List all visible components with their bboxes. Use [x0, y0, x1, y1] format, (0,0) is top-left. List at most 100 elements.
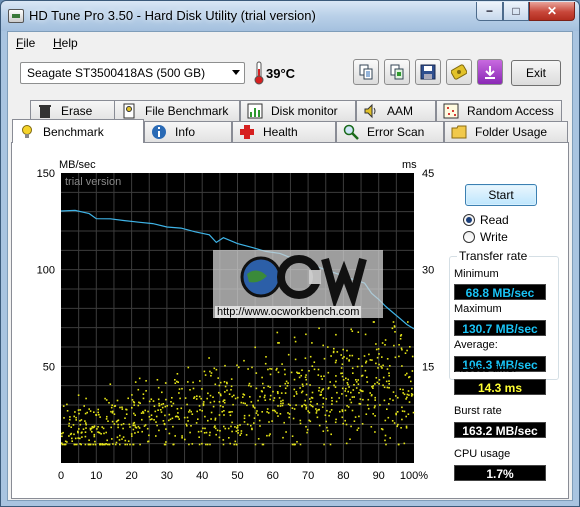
access-time-point — [254, 346, 256, 349]
read-radio[interactable]: Read — [463, 213, 509, 227]
access-time-point — [145, 380, 147, 382]
access-time-point — [335, 380, 337, 383]
access-time-point — [172, 425, 174, 428]
access-time-point — [191, 443, 194, 445]
tab-erase[interactable]: Erase — [30, 100, 123, 121]
access-time-point — [351, 396, 354, 398]
access-time-point — [215, 433, 217, 436]
access-time-point — [243, 421, 246, 423]
access-time-point — [366, 381, 369, 383]
access-time-point — [304, 399, 306, 402]
tab-aam[interactable]: AAM — [356, 100, 436, 121]
minimum-value: 68.8 MB/sec — [454, 284, 546, 300]
access-time-point — [127, 440, 130, 442]
access-time-point — [282, 399, 284, 402]
menu-help[interactable]: Help — [53, 36, 78, 50]
tab-health[interactable]: Health — [232, 121, 336, 142]
access-time-point — [105, 399, 108, 401]
access-time-point — [367, 398, 370, 401]
start-button[interactable]: Start — [465, 184, 537, 206]
access-time-point — [304, 357, 307, 359]
access-time-point — [361, 374, 364, 377]
download-button[interactable] — [477, 59, 503, 85]
access-time-point — [299, 419, 302, 422]
access-time-point — [95, 414, 97, 416]
access-time-point — [79, 437, 81, 440]
copy-button[interactable] — [353, 59, 379, 85]
access-time-point — [409, 346, 411, 348]
tab-random-access-label: Random Access — [467, 104, 554, 118]
tab-error-scan[interactable]: Error Scan — [336, 121, 444, 142]
access-time-point — [386, 408, 388, 410]
save-button[interactable] — [415, 59, 441, 85]
access-time-point — [247, 368, 249, 370]
access-time-point — [141, 430, 143, 433]
access-time-point — [388, 380, 390, 382]
access-time-point — [403, 410, 406, 413]
access-time-point — [282, 402, 284, 405]
access-time-point — [85, 423, 87, 426]
title-bar[interactable]: HD Tune Pro 3.50 - Hard Disk Utility (tr… — [1, 1, 579, 31]
access-time-point — [174, 379, 176, 381]
minimize-button[interactable]: − — [476, 2, 503, 21]
access-time-point — [163, 423, 166, 426]
access-time-point — [221, 410, 223, 413]
tab-disk-monitor[interactable]: Disk monitor — [240, 100, 356, 121]
tab-random-access[interactable]: Random Access — [436, 100, 562, 121]
exit-button[interactable]: Exit — [511, 60, 561, 86]
app-window: HD Tune Pro 3.50 - Hard Disk Utility (tr… — [0, 0, 580, 507]
menu-file[interactable]: File — [16, 36, 35, 50]
access-time-point — [269, 398, 271, 401]
access-time-point — [181, 437, 183, 439]
access-time-point — [124, 443, 126, 446]
access-time-point — [145, 390, 147, 392]
access-time-point — [198, 395, 201, 398]
access-time-point — [366, 376, 368, 378]
options-button[interactable] — [446, 59, 472, 85]
copy-screenshot-icon — [390, 64, 404, 80]
access-time-point — [210, 418, 212, 420]
copy-screenshot-button[interactable] — [384, 59, 410, 85]
x-tick-label: 70 — [302, 470, 314, 482]
access-time-point — [78, 412, 80, 415]
access-time-point — [93, 425, 96, 427]
access-time-point — [322, 403, 324, 405]
access-time-point — [372, 321, 375, 323]
access-time-point — [406, 393, 409, 396]
access-time-point — [126, 443, 128, 446]
tab-info[interactable]: Info — [144, 121, 232, 142]
access-time-point — [408, 394, 410, 396]
access-time-point — [147, 410, 149, 413]
access-time-point — [121, 438, 123, 440]
access-time-point — [210, 372, 213, 374]
access-time-point — [316, 403, 318, 405]
access-time-point — [198, 443, 201, 446]
access-time-point — [178, 392, 180, 394]
access-time-point — [142, 412, 145, 414]
close-button[interactable]: ✕ — [529, 2, 575, 21]
access-time-point — [68, 435, 70, 437]
access-time-point — [176, 380, 178, 383]
access-time-point — [308, 370, 310, 372]
access-time-point — [128, 423, 131, 426]
drive-select[interactable]: Seagate ST3500418AS (500 GB) — [20, 62, 245, 84]
access-time-point — [355, 387, 358, 389]
access-time-point — [285, 431, 287, 433]
access-time-point — [206, 443, 209, 446]
access-time-point — [277, 371, 280, 374]
y-left-tick-label: 150 — [37, 168, 55, 180]
write-radio[interactable]: Write — [463, 230, 508, 244]
access-time-point — [125, 408, 128, 411]
tab-benchmark[interactable]: Benchmark — [12, 119, 144, 143]
maximize-button[interactable]: □ — [503, 2, 529, 21]
access-time-point — [260, 390, 263, 392]
tab-folder-usage[interactable]: Folder Usage — [444, 121, 568, 142]
access-time-point — [79, 409, 82, 411]
tab-file-benchmark[interactable]: File Benchmark — [114, 100, 240, 121]
access-time-point — [201, 388, 203, 390]
access-time-point — [277, 415, 279, 417]
access-time-point — [296, 371, 298, 374]
access-time-point — [244, 402, 246, 405]
access-time-point — [76, 443, 78, 446]
access-time-point — [92, 443, 94, 446]
